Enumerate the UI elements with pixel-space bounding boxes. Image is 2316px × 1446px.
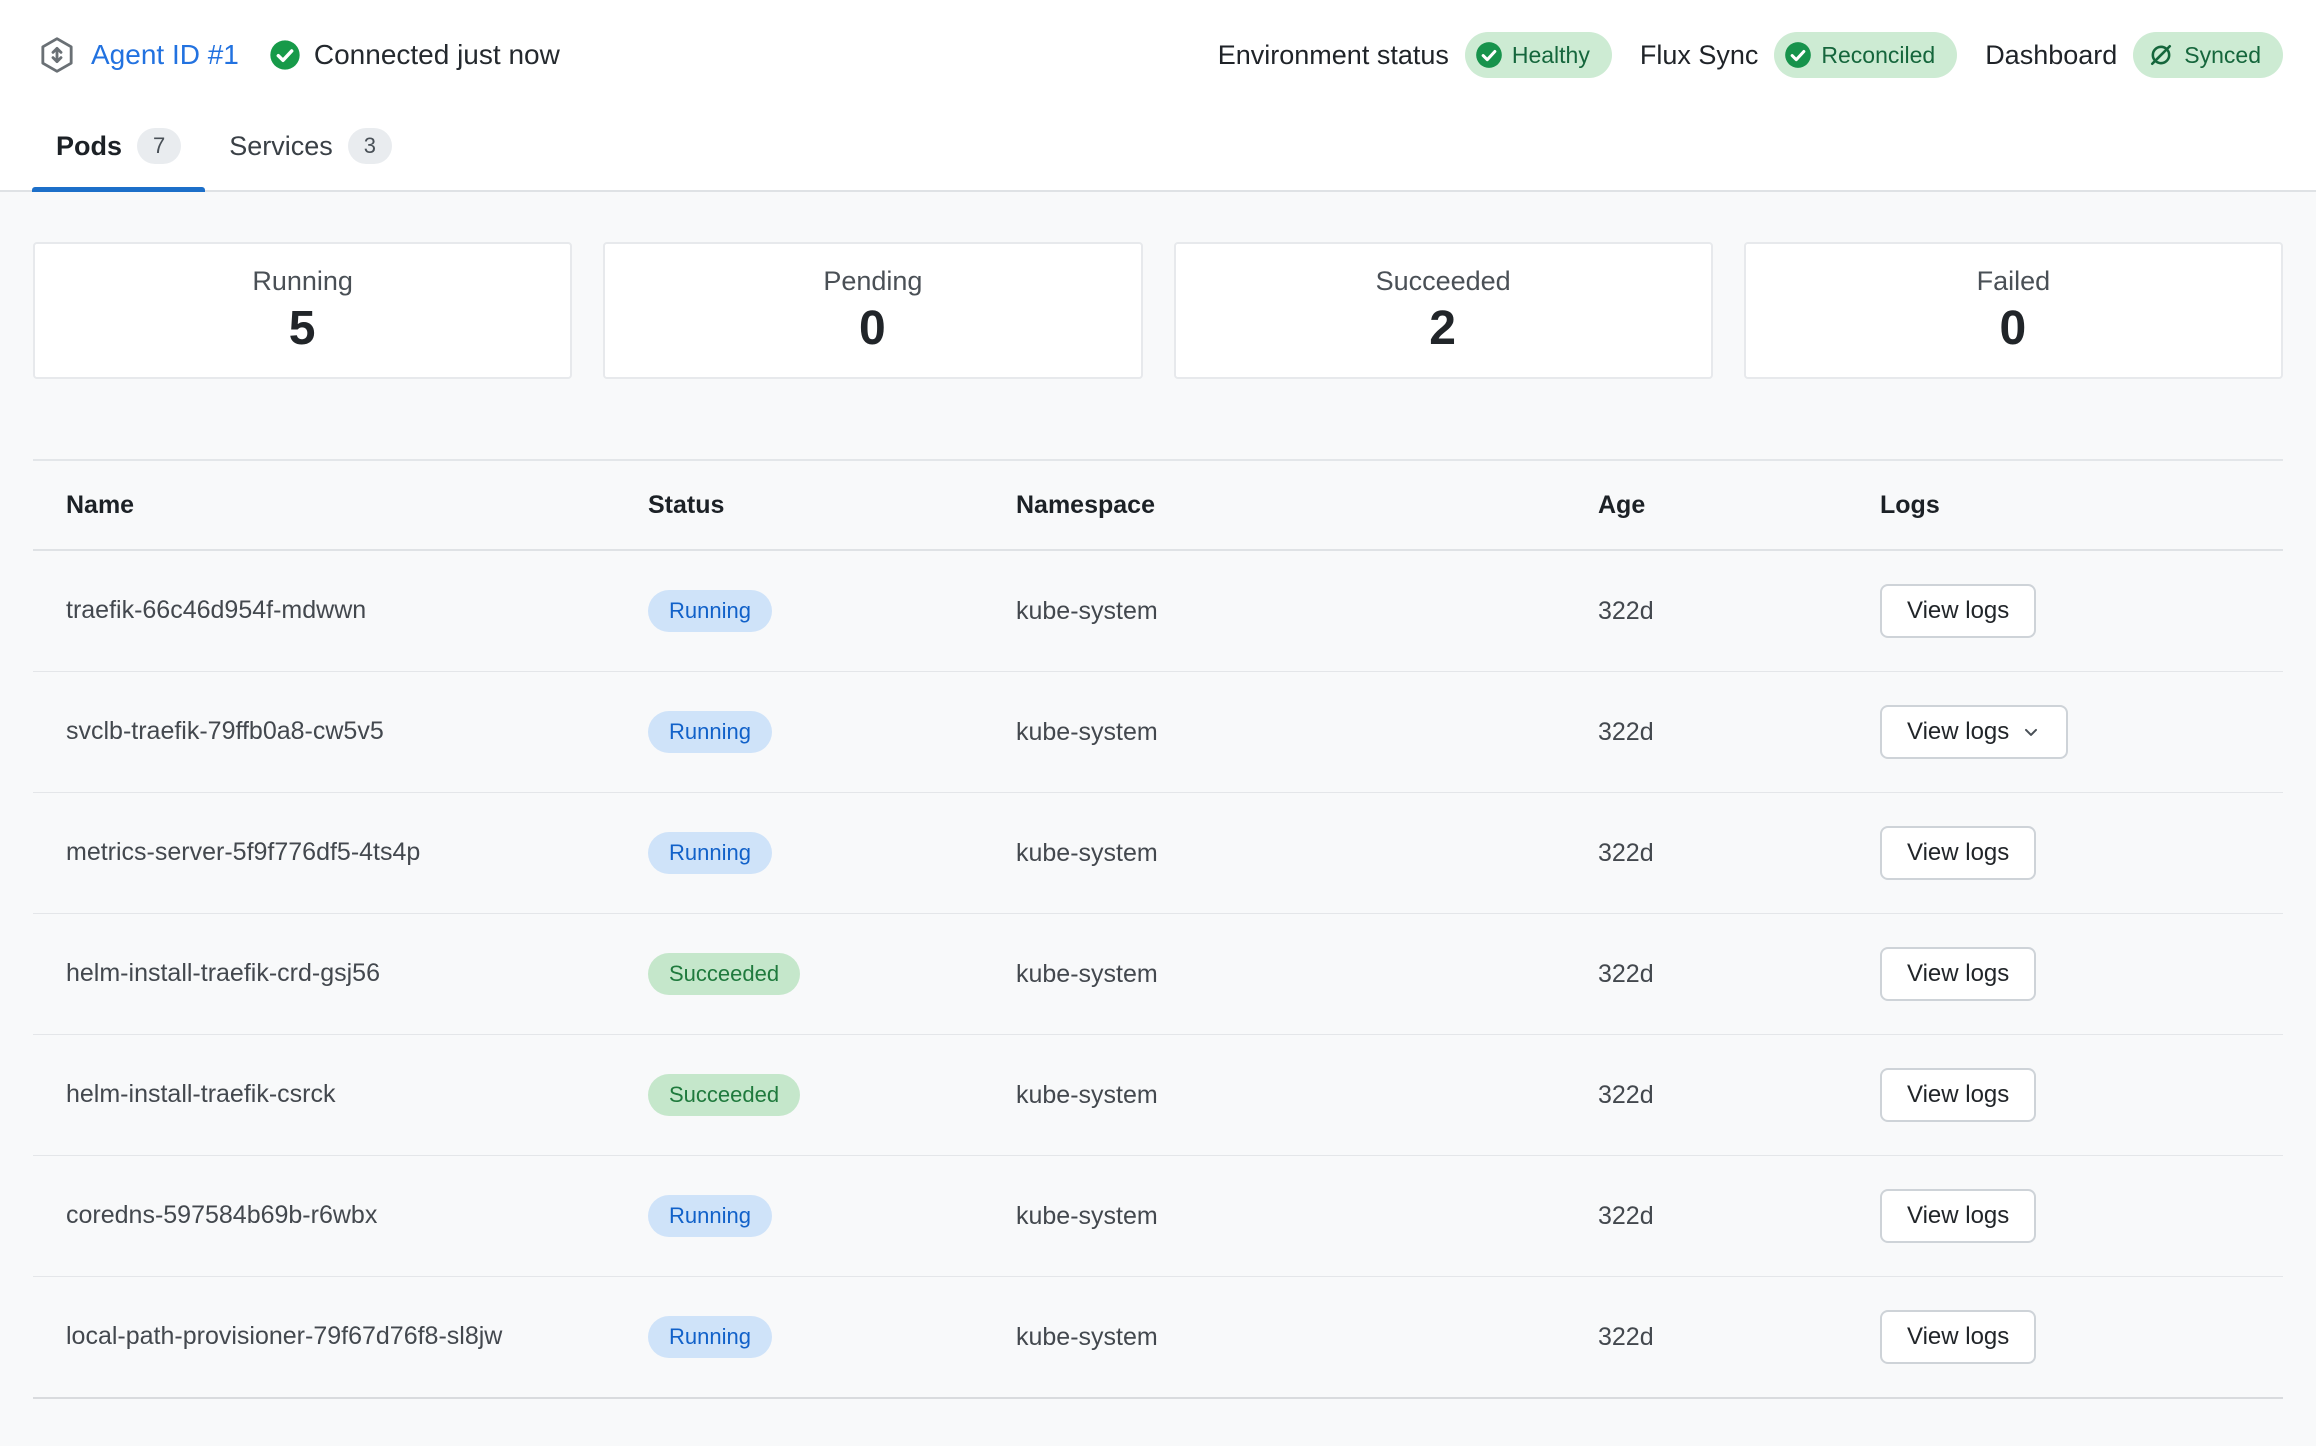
- pod-namespace: kube-system: [1016, 1323, 1593, 1352]
- stat-pending-label: Pending: [823, 266, 922, 297]
- pod-age: 322d: [1593, 960, 1880, 989]
- stat-failed-value: 0: [2000, 301, 2028, 356]
- view-logs-button[interactable]: View logs: [1880, 1189, 2036, 1243]
- view-logs-dropdown-button[interactable]: View logs: [1880, 705, 2068, 759]
- slashed-circle-sync-icon: [2147, 41, 2175, 69]
- pod-namespace: kube-system: [1016, 1202, 1593, 1231]
- pod-age: 322d: [1593, 839, 1880, 868]
- table-row: helm-install-traefik-csrck Succeeded kub…: [33, 1035, 2283, 1156]
- stat-succeeded-label: Succeeded: [1376, 266, 1511, 297]
- check-circle-icon: [1784, 41, 1812, 69]
- tab-services-label: Services: [229, 131, 333, 162]
- main-content: Running 5 Pending 0 Succeeded 2 Failed 0…: [0, 192, 2316, 1446]
- pod-age: 322d: [1593, 1081, 1880, 1110]
- pod-namespace: kube-system: [1016, 597, 1593, 626]
- column-header-status: Status: [648, 491, 1016, 520]
- top-header-bar: Agent ID #1 Connected just now Environme…: [0, 0, 2316, 100]
- view-logs-button[interactable]: View logs: [1880, 1310, 2036, 1364]
- dashboard-label: Dashboard: [1985, 40, 2117, 71]
- flux-reconciled-badge: Reconciled: [1774, 32, 1957, 78]
- status-badge: Running: [648, 1195, 772, 1237]
- view-logs-button[interactable]: View logs: [1880, 947, 2036, 1001]
- table-row: traefik-66c46d954f-mdwwn Running kube-sy…: [33, 551, 2283, 672]
- table-row: local-path-provisioner-79f67d76f8-sl8jw …: [33, 1277, 2283, 1399]
- agent-id-link[interactable]: Agent ID #1: [91, 39, 239, 71]
- pod-namespace: kube-system: [1016, 1081, 1593, 1110]
- pod-name: coredns-597584b69b-r6wbx: [66, 1199, 377, 1233]
- table-row: helm-install-traefik-crd-gsj56 Succeeded…: [33, 914, 2283, 1035]
- agent-hexagon-arrows-icon: [37, 35, 77, 75]
- tab-pods-label: Pods: [56, 131, 122, 162]
- pod-name: local-path-provisioner-79f67d76f8-sl8jw: [66, 1320, 502, 1354]
- pod-name: metrics-server-5f9f776df5-4ts4p: [66, 836, 420, 870]
- status-badge: Succeeded: [648, 1074, 800, 1116]
- pod-name: helm-install-traefik-crd-gsj56: [66, 957, 380, 991]
- stat-failed-label: Failed: [1977, 266, 2051, 297]
- chevron-down-icon: [2021, 722, 2041, 742]
- environment-status-group: Environment status Healthy Flux Sync Rec…: [1218, 32, 2283, 78]
- view-logs-button[interactable]: View logs: [1880, 1068, 2036, 1122]
- tab-pods-count-badge: 7: [137, 128, 181, 164]
- pod-age: 322d: [1593, 718, 1880, 747]
- check-circle-icon: [1475, 41, 1503, 69]
- pod-namespace: kube-system: [1016, 718, 1593, 747]
- pod-name: traefik-66c46d954f-mdwwn: [66, 594, 366, 628]
- stat-card-running: Running 5: [33, 242, 572, 379]
- status-badge: Succeeded: [648, 953, 800, 995]
- environment-status-label: Environment status: [1218, 40, 1449, 71]
- status-badge: Running: [648, 711, 772, 753]
- view-logs-button[interactable]: View logs: [1880, 584, 2036, 638]
- flux-reconciled-text: Reconciled: [1821, 42, 1935, 69]
- flux-sync-label: Flux Sync: [1640, 40, 1759, 71]
- stat-running-label: Running: [252, 266, 353, 297]
- stat-running-value: 5: [289, 301, 317, 356]
- environment-healthy-text: Healthy: [1512, 42, 1590, 69]
- column-header-age: Age: [1593, 491, 1880, 520]
- connection-status-text: Connected just now: [314, 39, 560, 71]
- pods-table: Name Status Namespace Age Logs traefik-6…: [33, 459, 2283, 1399]
- pod-name: svclb-traefik-79ffb0a8-cw5v5: [66, 715, 384, 749]
- stat-card-failed: Failed 0: [1744, 242, 2283, 379]
- stat-pending-value: 0: [859, 301, 887, 356]
- pod-stat-cards: Running 5 Pending 0 Succeeded 2 Failed 0: [33, 242, 2283, 379]
- dashboard-synced-badge: Synced: [2133, 32, 2283, 78]
- stat-card-pending: Pending 0: [603, 242, 1142, 379]
- table-row: coredns-597584b69b-r6wbx Running kube-sy…: [33, 1156, 2283, 1277]
- stat-succeeded-value: 2: [1429, 301, 1457, 356]
- status-badge: Running: [648, 1316, 772, 1358]
- column-header-logs: Logs: [1880, 491, 2283, 520]
- stat-card-succeeded: Succeeded 2: [1174, 242, 1713, 379]
- pod-age: 322d: [1593, 1202, 1880, 1231]
- pod-namespace: kube-system: [1016, 839, 1593, 868]
- column-header-namespace: Namespace: [1016, 491, 1593, 520]
- status-badge: Running: [648, 832, 772, 874]
- connected-check-circle-icon: [269, 39, 301, 71]
- pod-age: 322d: [1593, 597, 1880, 626]
- view-logs-button[interactable]: View logs: [1880, 826, 2036, 880]
- pod-name: helm-install-traefik-csrck: [66, 1078, 335, 1112]
- environment-healthy-badge: Healthy: [1465, 32, 1612, 78]
- table-header-row: Name Status Namespace Age Logs: [33, 461, 2283, 551]
- dashboard-synced-text: Synced: [2184, 42, 2261, 69]
- pod-age: 322d: [1593, 1323, 1880, 1352]
- table-row: svclb-traefik-79ffb0a8-cw5v5 Running kub…: [33, 672, 2283, 793]
- column-header-name: Name: [33, 491, 648, 520]
- table-row: metrics-server-5f9f776df5-4ts4p Running …: [33, 793, 2283, 914]
- tab-services-count-badge: 3: [348, 128, 392, 164]
- tab-pods[interactable]: Pods 7: [32, 112, 205, 190]
- status-badge: Running: [648, 590, 772, 632]
- tab-bar: Pods 7 Services 3: [0, 112, 2316, 192]
- agent-connection-group: Agent ID #1 Connected just now: [37, 35, 560, 75]
- pod-namespace: kube-system: [1016, 960, 1593, 989]
- tab-services[interactable]: Services 3: [205, 112, 416, 190]
